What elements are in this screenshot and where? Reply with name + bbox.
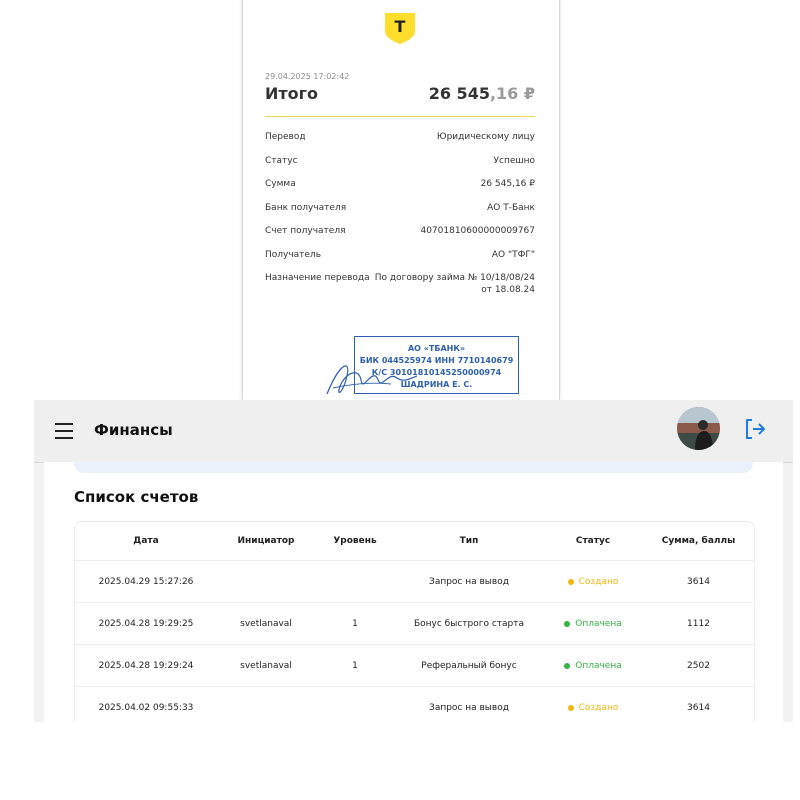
total-kopecks: ,16 ₽ [489, 84, 535, 103]
detail-row: Статус Успешно [265, 156, 535, 180]
status-dot-icon [567, 704, 574, 711]
cell-type: Запрос на вывод [429, 577, 509, 587]
cell-status: Создано [543, 577, 643, 588]
receipt-details: Перевод Юридическому лицу Статус Успешно С… [265, 132, 535, 297]
detail-label: Получатель [265, 249, 322, 260]
detail-label: Назначение перевода [265, 273, 370, 283]
cell-amount: 3614 [687, 577, 710, 587]
status-dot-icon [567, 578, 574, 585]
status-badge: Оплачена [575, 660, 622, 671]
cell-date: 2025.04.29 15:27:26 [98, 577, 194, 587]
cell-date: 2025.04.02 09:55:33 [98, 703, 194, 713]
status-badge: Создано [578, 576, 619, 587]
table-header: Дата Инициатор Уровень Тип Статус Сумма,… [75, 536, 754, 546]
total-label: Итого [265, 84, 319, 103]
status-badge: Оплачена [575, 618, 622, 629]
detail-value: По договору займа № 10/18/08/24 от 18.08.… [375, 272, 535, 296]
cell-type: Бонус быстрого старта [413, 619, 525, 629]
detail-value: 40701810600000009767 [420, 226, 535, 236]
detail-value: 26 545,16 ₽ [480, 179, 535, 189]
table-row[interactable]: 2025.04.02 09:55:33 Запрос на вывод Созд… [75, 686, 754, 722]
cell-status: Оплачена [543, 619, 643, 630]
cell-level: 1 [352, 619, 358, 629]
receipt-datetime: 29.04.2025 17:02:42 [265, 72, 350, 81]
info-banner [74, 462, 753, 473]
detail-value-line2: от 18.08.24 [481, 285, 535, 295]
total-main: 26 545 [428, 84, 490, 103]
cell-amount: 3614 [687, 703, 710, 713]
column-header-status[interactable]: Статус [543, 536, 643, 546]
cell-type: Реферальный бонус [421, 661, 517, 671]
status-dot-icon [564, 620, 571, 627]
detail-row: Сумма 26 545,16 ₽ [265, 179, 535, 203]
column-header-date[interactable]: Дата [75, 536, 217, 546]
finance-app: Финансы Список счетов Дата Инициатор Уро… [34, 400, 793, 722]
detail-row: Перевод Юридическому лицу [265, 132, 535, 156]
detail-row: Счет получателя 40701810600000009767 [265, 226, 535, 250]
detail-label: Статус [265, 155, 298, 166]
column-header-level[interactable]: Уровень [315, 536, 395, 546]
detail-label: Перевод [265, 132, 306, 142]
detail-label: Сумма [265, 179, 296, 189]
cell-initiator: svetlanaval [240, 661, 292, 671]
cell-initiator: svetlanaval [240, 619, 292, 629]
table-row[interactable]: 2025.04.28 19:29:24 svetlanaval 1 Рефера… [75, 644, 754, 687]
transfer-receipt: Т 29.04.2025 17:02:42 Итого 26 545,16 ₽ … [242, 0, 560, 400]
status-dot-icon [564, 662, 571, 669]
detail-value: АО "ТФГ" [491, 249, 535, 260]
total-amount: 26 545,16 ₽ [429, 84, 535, 103]
section-title: Список счетов [74, 488, 199, 506]
detail-value-line1: По договору займа № 10/18/08/24 [374, 273, 535, 283]
cell-date: 2025.04.28 19:29:24 [98, 661, 194, 671]
tbank-logo: Т [385, 13, 415, 44]
column-header-initiator[interactable]: Инициатор [217, 536, 315, 546]
detail-label: Счет получателя [265, 226, 346, 236]
page-title: Финансы [94, 421, 173, 439]
logout-icon[interactable] [743, 417, 767, 441]
menu-icon[interactable] [55, 423, 73, 439]
cell-date: 2025.04.28 19:29:25 [98, 619, 194, 629]
status-badge: Создано [578, 702, 619, 713]
cell-amount: 1112 [687, 619, 710, 629]
content-panel: Список счетов Дата Инициатор Уровень Тип… [44, 462, 783, 722]
logo-letter: Т [395, 17, 406, 36]
detail-row: Банк получателя АО Т-Банк [265, 203, 535, 227]
detail-label: Банк получателя [265, 202, 347, 213]
cell-amount: 2502 [687, 661, 710, 671]
detail-value: Юридическому лицу [436, 132, 535, 142]
cell-status: Оплачена [543, 661, 643, 672]
detail-row: Назначение перевода По договору займа № 1… [265, 273, 535, 297]
divider [265, 116, 535, 117]
app-header: Финансы [34, 400, 793, 463]
table-row[interactable]: 2025.04.29 15:27:26 Запрос на вывод Созд… [75, 560, 754, 603]
column-header-amount[interactable]: Сумма, баллы [643, 536, 754, 546]
detail-value: Успешно [493, 155, 535, 166]
cell-type: Запрос на вывод [429, 703, 509, 713]
cell-status: Создано [543, 703, 643, 714]
column-header-type[interactable]: Тип [395, 536, 543, 546]
cell-level: 1 [352, 661, 358, 671]
signature [326, 365, 418, 395]
accounts-table: Дата Инициатор Уровень Тип Статус Сумма,… [74, 521, 755, 722]
detail-row: Получатель АО "ТФГ" [265, 250, 535, 274]
detail-value: АО Т-Банк [487, 202, 535, 213]
avatar[interactable] [677, 407, 720, 450]
table-row[interactable]: 2025.04.28 19:29:25 svetlanaval 1 Бонус … [75, 602, 754, 645]
